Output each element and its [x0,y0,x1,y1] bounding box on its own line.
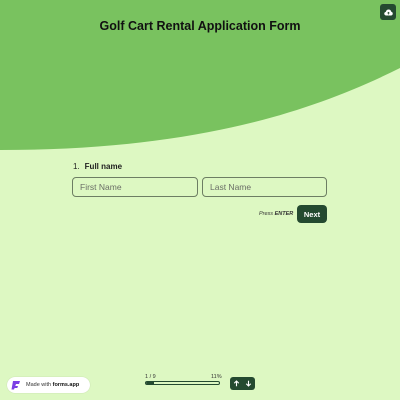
press-enter-hint: Press ENTER [259,211,293,217]
first-name-input[interactable] [72,177,198,197]
press-hint-prefix: Press [259,211,274,217]
progress-bar-fill [146,382,155,384]
press-hint-key: ENTER [274,211,294,217]
question-number: 1. [73,162,80,171]
question-text: Full name [84,162,123,171]
progress-bar [145,381,220,385]
cloud-upload-icon [383,9,393,15]
previous-question-button[interactable] [230,377,243,390]
progress-percent: 11% [211,374,222,380]
badge-brand: forms.app [52,382,80,388]
badge-prefix: Made with [26,382,52,388]
page-title: Golf Cart Rental Application Form [99,19,301,33]
next-question-button[interactable] [243,377,256,390]
save-progress-button[interactable] [380,4,396,20]
made-with-forms-app-badge[interactable]: Made with forms.app [7,377,90,393]
question-navigation [230,377,255,390]
last-name-input[interactable] [202,177,327,197]
progress-count: 1 / 9 [145,374,156,380]
question-label: 1. Full name [73,162,122,171]
arrow-up-icon [233,380,239,387]
next-button[interactable]: Next [297,205,327,223]
forms-app-logo-icon [11,381,20,390]
arrow-down-icon [246,380,252,387]
